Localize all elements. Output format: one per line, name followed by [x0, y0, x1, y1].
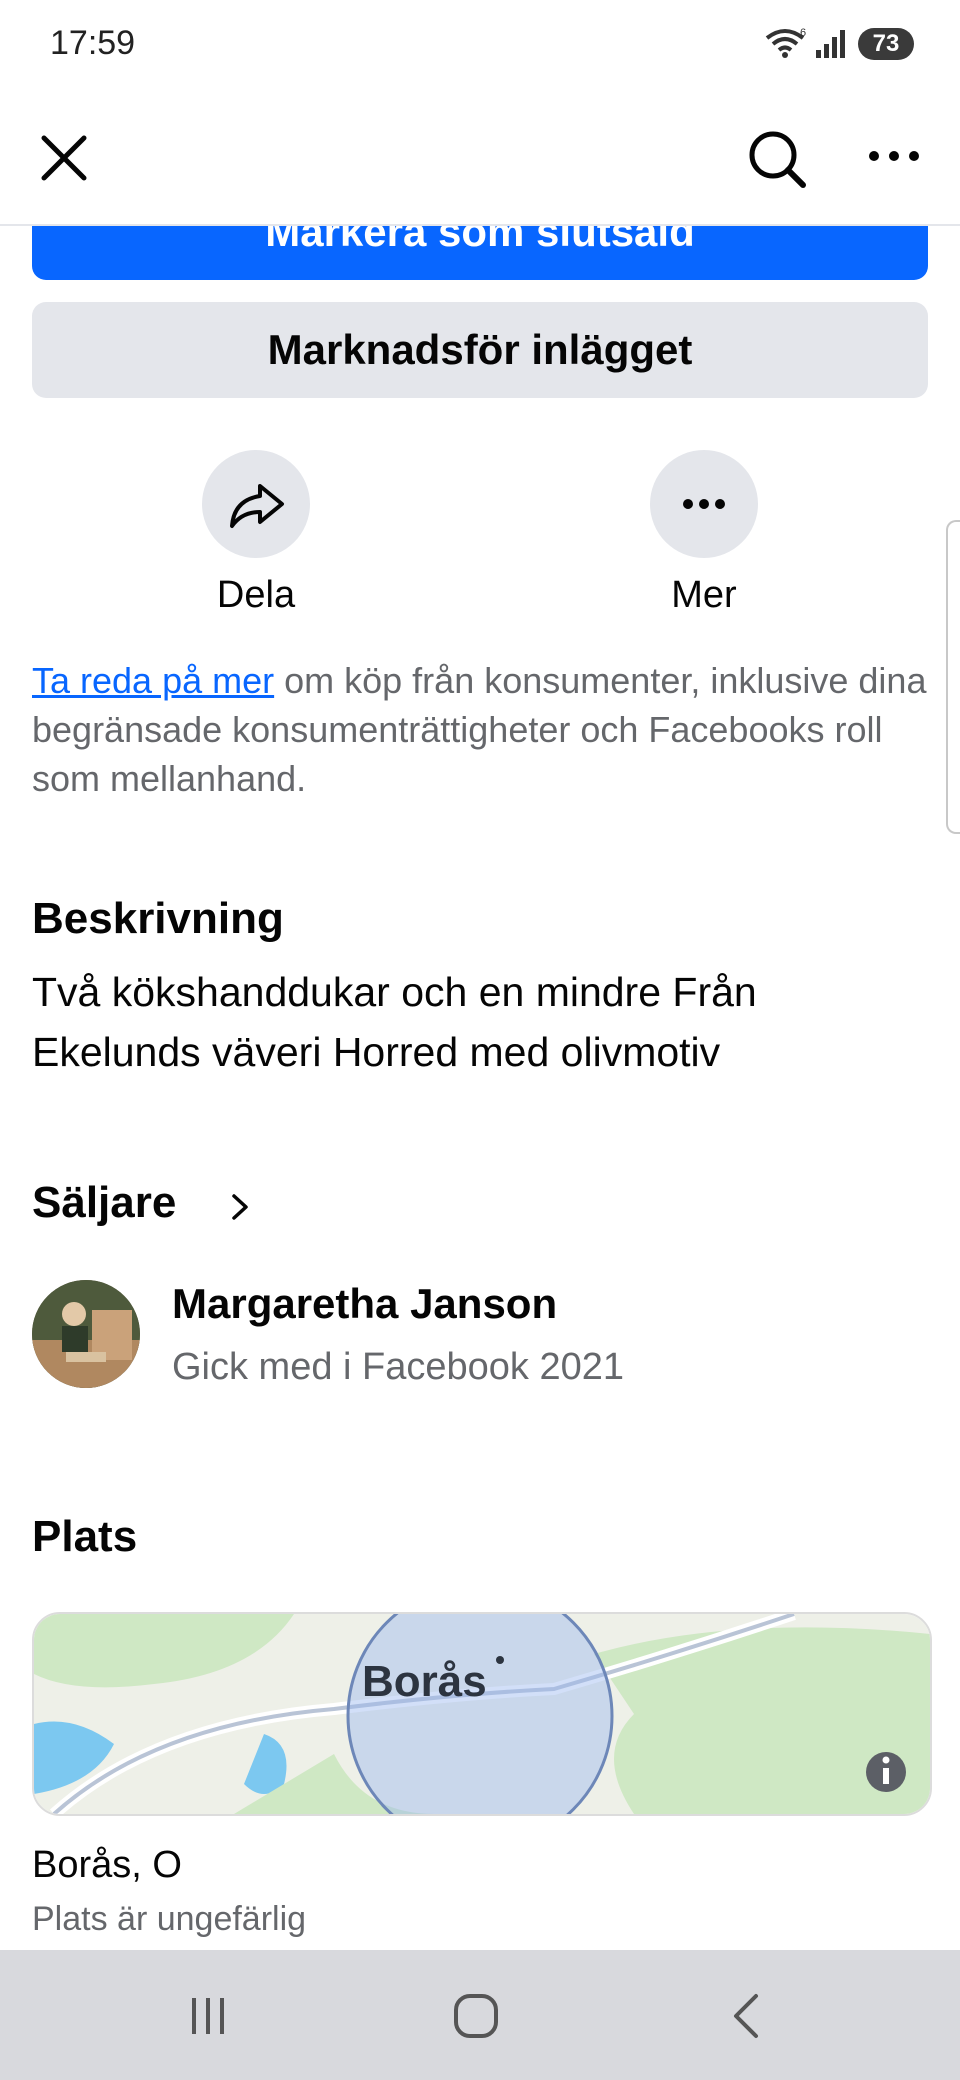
recent-apps-icon[interactable] — [186, 1994, 230, 2038]
info-icon[interactable] — [866, 1752, 906, 1792]
location-approx-note: Plats är ungefärlig — [32, 1900, 307, 1938]
location-name: Borås, O — [32, 1844, 182, 1886]
scrollbar[interactable] — [946, 520, 960, 834]
seller-avatar[interactable] — [32, 1280, 140, 1388]
description-text: Två kökshanddukar och en mindre Från Eke… — [32, 969, 757, 1075]
consumer-info-text: Ta reda på mer om köp från konsumenter, … — [32, 656, 928, 803]
wifi-icon: 6 — [765, 27, 806, 58]
location-heading: Plats — [32, 1512, 138, 1561]
more-label: Mer — [671, 574, 737, 616]
more-horizontal-icon[interactable] — [868, 148, 920, 164]
more-button[interactable] — [650, 450, 758, 558]
location-map[interactable]: Borås — [32, 1612, 932, 1816]
status-time: 17:59 — [50, 24, 136, 62]
seller-joined: Gick med i Facebook 2021 — [172, 1346, 625, 1388]
app-bar — [0, 88, 960, 226]
status-bar: 17:59 6 73 — [0, 0, 960, 88]
share-button[interactable] — [202, 450, 310, 558]
wifi-superscript: 6 — [800, 27, 806, 39]
share-icon — [230, 484, 284, 528]
map-city-label: Borås — [362, 1657, 487, 1706]
close-icon[interactable] — [40, 134, 88, 182]
home-icon[interactable] — [452, 1992, 500, 2040]
seller-heading[interactable]: Säljare — [32, 1178, 176, 1228]
system-nav-bar — [0, 1950, 960, 2080]
share-label: Dela — [216, 574, 296, 616]
signal-icon — [816, 30, 845, 58]
seller-name[interactable]: Margaretha Janson — [172, 1280, 557, 1328]
promote-post-button[interactable]: Marknadsför inlägget — [32, 302, 928, 398]
battery-indicator: 73 — [858, 28, 914, 60]
search-icon[interactable] — [746, 128, 808, 190]
description-heading: Beskrivning — [32, 894, 284, 943]
chevron-right-icon[interactable] — [228, 1190, 252, 1224]
learn-more-link[interactable]: Ta reda på mer — [32, 660, 274, 701]
more-dots-icon — [683, 499, 725, 509]
back-icon[interactable] — [726, 1992, 766, 2040]
